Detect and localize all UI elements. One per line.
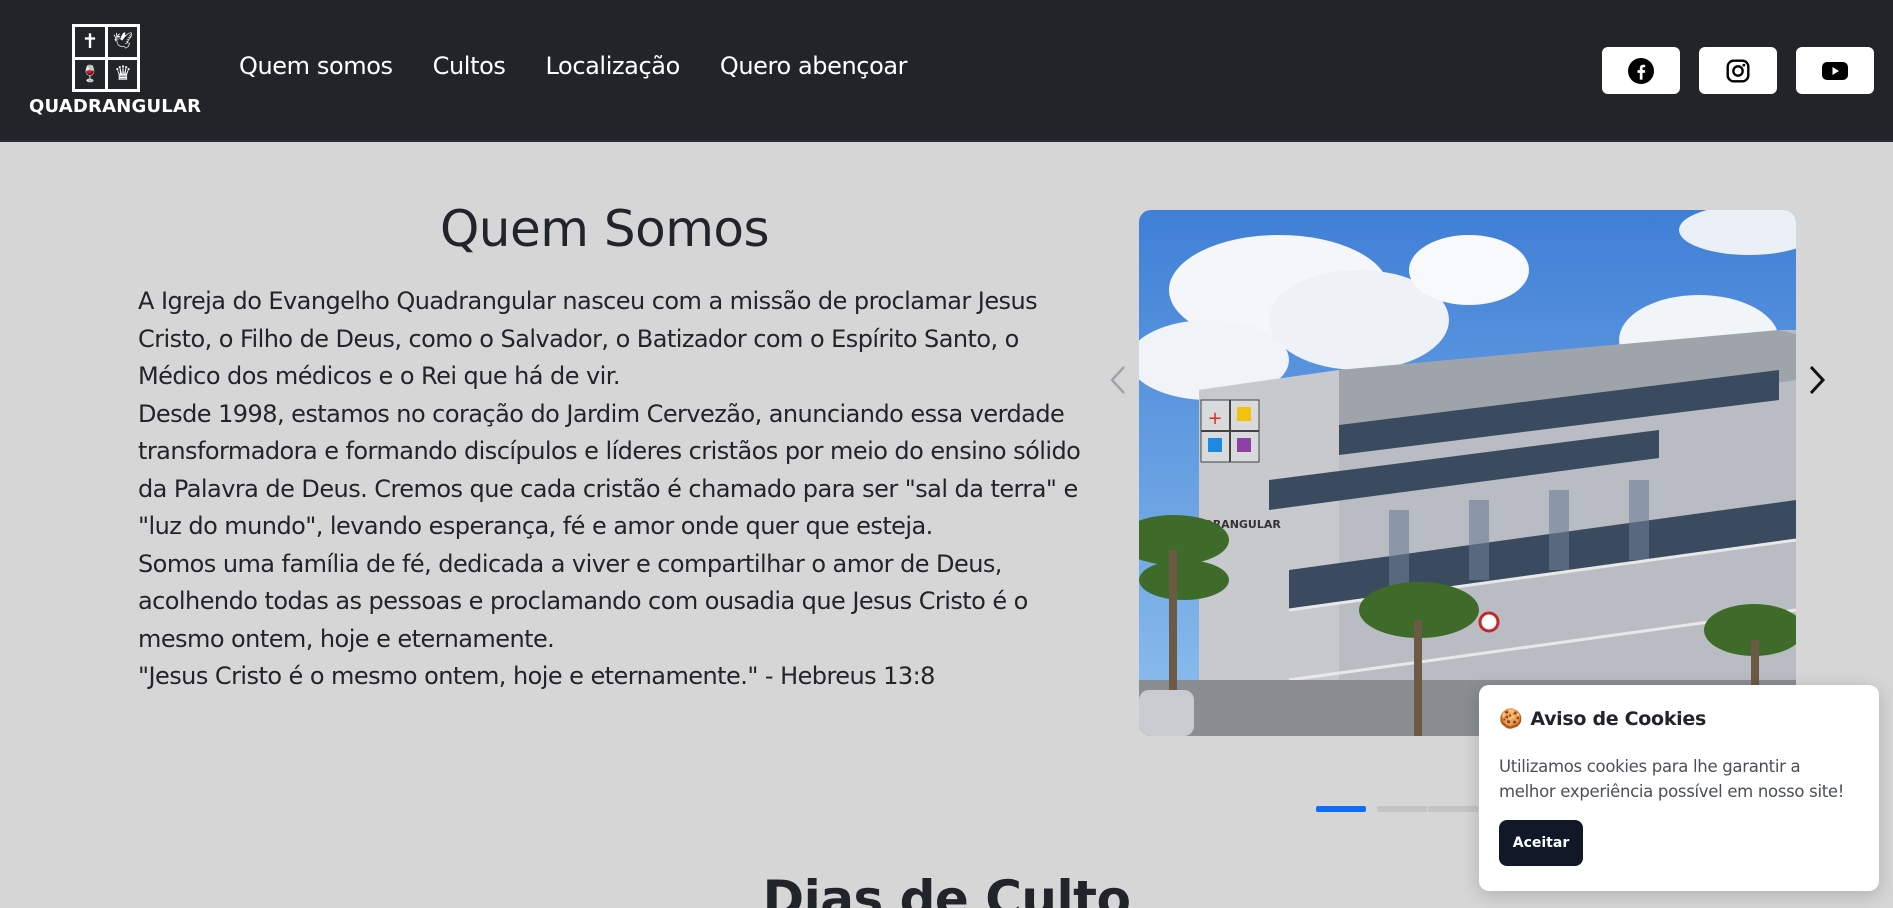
cookie-notice: 🍪 Aviso de Cookies Utilizamos cookies pa… bbox=[1479, 685, 1879, 891]
about-title: Quem Somos bbox=[439, 200, 770, 258]
brand-logo[interactable]: ✝ 🕊 🍷 ♛ QUADRANGULAR bbox=[29, 24, 202, 117]
carousel-indicator-2[interactable] bbox=[1377, 806, 1427, 812]
nav-link-quero-abencoar[interactable]: Quero abençoar bbox=[720, 52, 908, 80]
about-text: A Igreja do Evangelho Quadrangular nasce… bbox=[138, 283, 1093, 696]
carousel-indicator-1[interactable] bbox=[1316, 806, 1366, 812]
instagram-icon bbox=[1726, 59, 1750, 82]
cookie-text: Utilizamos cookies para lhe garantir a m… bbox=[1499, 757, 1845, 801]
crown-icon: ♛ bbox=[114, 61, 132, 85]
carousel-next-button[interactable] bbox=[1802, 365, 1832, 395]
navbar: ✝ 🕊 🍷 ♛ QUADRANGULAR Quem somos Cultos L… bbox=[0, 0, 1893, 142]
chevron-right-icon bbox=[1809, 365, 1826, 395]
about-paragraph: Somos uma família de fé, dedicada a vive… bbox=[138, 549, 1028, 653]
chevron-left-icon bbox=[1110, 366, 1125, 394]
cookie-title: Aviso de Cookies bbox=[1530, 707, 1706, 730]
carousel-indicator-3[interactable] bbox=[1428, 806, 1478, 812]
carousel-prev-button[interactable] bbox=[1103, 365, 1133, 395]
quadrangular-emblem: ✝ 🕊 🍷 ♛ bbox=[72, 24, 140, 92]
dove-icon: 🕊 bbox=[112, 31, 134, 50]
facebook-icon bbox=[1628, 57, 1654, 84]
main-nav: Quem somos Cultos Localização Quero aben… bbox=[239, 52, 908, 80]
cookie-icon: 🍪 bbox=[1499, 708, 1523, 730]
bible-quote: "Jesus Cristo é o mesmo ontem, hoje e et… bbox=[138, 662, 935, 690]
church-building-image: + QUADRANGULAR bbox=[1139, 210, 1796, 736]
nav-link-cultos[interactable]: Cultos bbox=[433, 52, 506, 80]
chalice-icon: 🍷 bbox=[80, 64, 100, 83]
about-paragraph: Desde 1998, estamos no coração do Jardim… bbox=[138, 399, 1081, 541]
youtube-icon bbox=[1822, 61, 1848, 80]
instagram-button[interactable] bbox=[1699, 47, 1777, 94]
svg-text:+: + bbox=[1207, 408, 1222, 429]
cross-icon: ✝ bbox=[81, 29, 99, 53]
brand-name: QUADRANGULAR bbox=[29, 96, 202, 117]
nav-link-quem-somos[interactable]: Quem somos bbox=[239, 52, 393, 80]
facebook-button[interactable] bbox=[1602, 47, 1680, 94]
nav-link-localizacao[interactable]: Localização bbox=[545, 52, 680, 80]
church-photo-carousel: + QUADRANGULAR bbox=[1139, 210, 1796, 736]
accept-cookies-button[interactable]: Aceitar bbox=[1499, 820, 1583, 866]
youtube-button[interactable] bbox=[1796, 47, 1874, 94]
about-paragraph: A Igreja do Evangelho Quadrangular nasce… bbox=[138, 287, 1038, 390]
cookie-header: 🍪 Aviso de Cookies bbox=[1499, 707, 1859, 731]
